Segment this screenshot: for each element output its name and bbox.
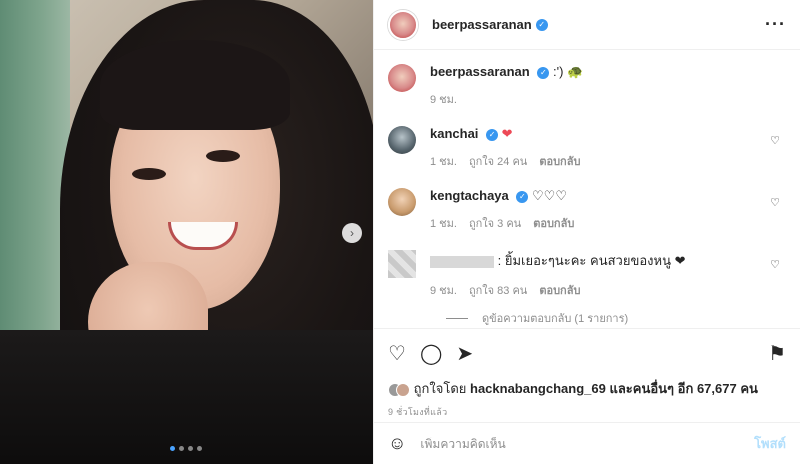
liker-avatar — [396, 382, 410, 397]
owner-username[interactable]: beerpassaranan — [432, 17, 532, 32]
comment-text: : ยิ้มเยอะๆนะคะ คนสวยของหนู ❤ — [497, 253, 686, 268]
divider-line — [446, 317, 468, 319]
heart-icon[interactable]: ♡ — [388, 341, 406, 366]
comment-row: : ยิ้มเยอะๆนะคะ คนสวยของหนู ❤ 9 ชม. ถูกใ… — [388, 250, 786, 299]
likes-summary[interactable]: ถูกใจโดย hacknabangchang_69 และคนอื่นๆ อ… — [388, 378, 786, 399]
photo-bangs — [100, 40, 290, 130]
commenter-avatar[interactable] — [388, 188, 416, 216]
likes-prefix: ถูกใจโดย — [413, 381, 467, 396]
carousel-dot — [170, 446, 175, 451]
commenter-avatar[interactable] — [388, 126, 416, 154]
comment-username[interactable]: kengtachaya — [430, 188, 509, 203]
comment-time: 1 ชม. — [430, 218, 457, 230]
reply-button[interactable]: ตอบกลับ — [533, 214, 574, 232]
add-comment-bar: ☺ โพสต์ — [374, 422, 800, 464]
comment-text: ❤ — [501, 126, 513, 141]
share-icon[interactable]: ➤ — [456, 341, 473, 366]
like-comment-heart-icon[interactable]: ♡ — [770, 196, 780, 209]
carousel-dot — [188, 446, 193, 451]
comments-list: beerpassaranan ✓ :') 🐢 9 ชม. kanchai ✓ ❤… — [374, 50, 800, 328]
chevron-right-icon: › — [350, 226, 354, 240]
emoji-icon[interactable]: ☺ — [388, 433, 406, 454]
more-options-icon[interactable]: ··· — [765, 14, 786, 35]
comment-username[interactable]: kanchai — [430, 126, 478, 141]
comment-row: kengtachaya ✓ ♡♡♡ 1 ชม. ถูกใจ 3 คน ตอบกล… — [388, 188, 786, 232]
bookmark-icon[interactable]: ⚑ — [768, 341, 786, 366]
comment-text: ♡♡♡ — [532, 188, 567, 203]
comment-icon[interactable]: ◯ — [420, 341, 442, 366]
photo-eye-left — [132, 168, 166, 180]
carousel-dot — [197, 446, 202, 451]
verified-badge-icon: ✓ — [535, 18, 548, 31]
verified-badge-icon: ✓ — [486, 128, 499, 141]
reply-button[interactable]: ตอบกลับ — [539, 281, 580, 299]
blurred-username — [430, 255, 494, 268]
blurred-avatar — [388, 250, 416, 278]
verified-badge-icon: ✓ — [537, 66, 550, 79]
carousel-dot — [179, 446, 184, 451]
post-timestamp: 9 ชั่วโมงที่แล้ว — [388, 407, 448, 417]
comment-likes[interactable]: ถูกใจ 83 คน — [469, 281, 527, 299]
caption-row: beerpassaranan ✓ :') 🐢 9 ชม. — [388, 64, 786, 108]
reply-button[interactable]: ตอบกลับ — [539, 152, 580, 170]
caption-username[interactable]: beerpassaranan — [430, 64, 530, 79]
likes-suffix[interactable]: และคนอื่นๆ อีก 67,677 คน — [609, 381, 757, 396]
comment-time: 9 ชม. — [430, 285, 457, 297]
view-replies-link[interactable]: ดูข้อความตอบกลับ (1 รายการ) — [446, 309, 786, 327]
verified-badge-icon: ✓ — [516, 190, 529, 203]
comment-likes[interactable]: ถูกใจ 24 คน — [469, 152, 527, 170]
view-replies-label: ดูข้อความตอบกลับ (1 รายการ) — [482, 313, 629, 325]
photo-shirt — [0, 330, 373, 464]
caption-time: 9 ชม. — [430, 94, 457, 106]
caption-text: :') 🐢 — [552, 64, 584, 79]
comment-likes[interactable]: ถูกใจ 3 คน — [469, 214, 521, 232]
comment-input[interactable] — [420, 436, 755, 451]
post-detail-panel: beerpassaranan ✓ ··· beerpassaranan ✓ :'… — [373, 0, 800, 464]
comment-row: kanchai ✓ ❤ 1 ชม. ถูกใจ 24 คน ตอบกลับ ♡ — [388, 126, 786, 170]
post-header: beerpassaranan ✓ ··· — [374, 0, 800, 50]
post-button[interactable]: โพสต์ — [754, 433, 786, 454]
likes-username[interactable]: hacknabangchang_69 — [470, 381, 606, 396]
carousel-next-button[interactable]: › — [342, 223, 362, 243]
carousel-dots — [170, 446, 202, 451]
caption-avatar[interactable] — [388, 64, 416, 92]
post-photo[interactable]: › — [0, 0, 373, 464]
like-comment-heart-icon[interactable]: ♡ — [770, 134, 780, 147]
comment-time: 1 ชม. — [430, 156, 457, 168]
photo-eye-right — [206, 150, 240, 162]
owner-avatar[interactable] — [388, 9, 418, 40]
action-bar: ♡ ◯ ➤ ⚑ ถูกใจโดย hacknabangchang_69 และค… — [374, 328, 800, 419]
like-comment-heart-icon[interactable]: ♡ — [770, 258, 780, 271]
